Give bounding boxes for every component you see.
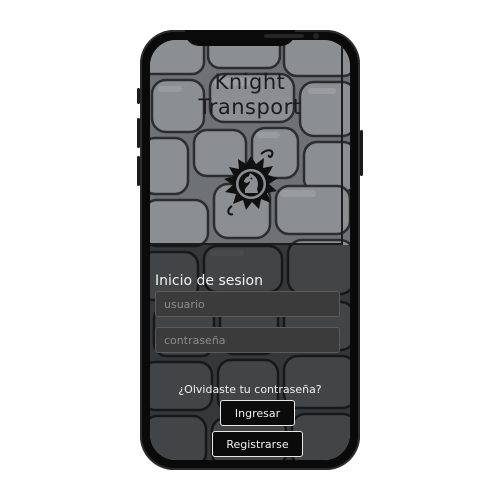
- login-heading: Inicio de sesion: [155, 273, 263, 289]
- login-button[interactable]: Ingresar: [220, 400, 295, 426]
- app-title-line-1: Knight: [214, 70, 286, 94]
- app-title: Knight Transport: [150, 70, 350, 120]
- phone-volume-down-button: [137, 156, 140, 186]
- phone-frame: Knight Transport Inicio de sesion ¿Olvid…: [137, 30, 363, 470]
- phone-power-button: [360, 130, 363, 176]
- phone-volume-up-button: [137, 118, 140, 148]
- phone-screen: Knight Transport Inicio de sesion ¿Olvid…: [150, 40, 350, 460]
- speaker-grille: [264, 34, 304, 38]
- password-input[interactable]: [155, 327, 340, 353]
- forgot-password-link[interactable]: ¿Olvidaste tu contraseña?: [150, 383, 350, 396]
- register-button[interactable]: Registrarse: [212, 431, 303, 457]
- phone-side-button: [137, 88, 140, 104]
- knight-crest-icon: [224, 149, 278, 216]
- username-input[interactable]: [155, 291, 340, 317]
- front-camera-icon: [313, 33, 319, 39]
- app-title-line-2: Transport: [198, 95, 302, 119]
- phone-notch: [185, 30, 319, 46]
